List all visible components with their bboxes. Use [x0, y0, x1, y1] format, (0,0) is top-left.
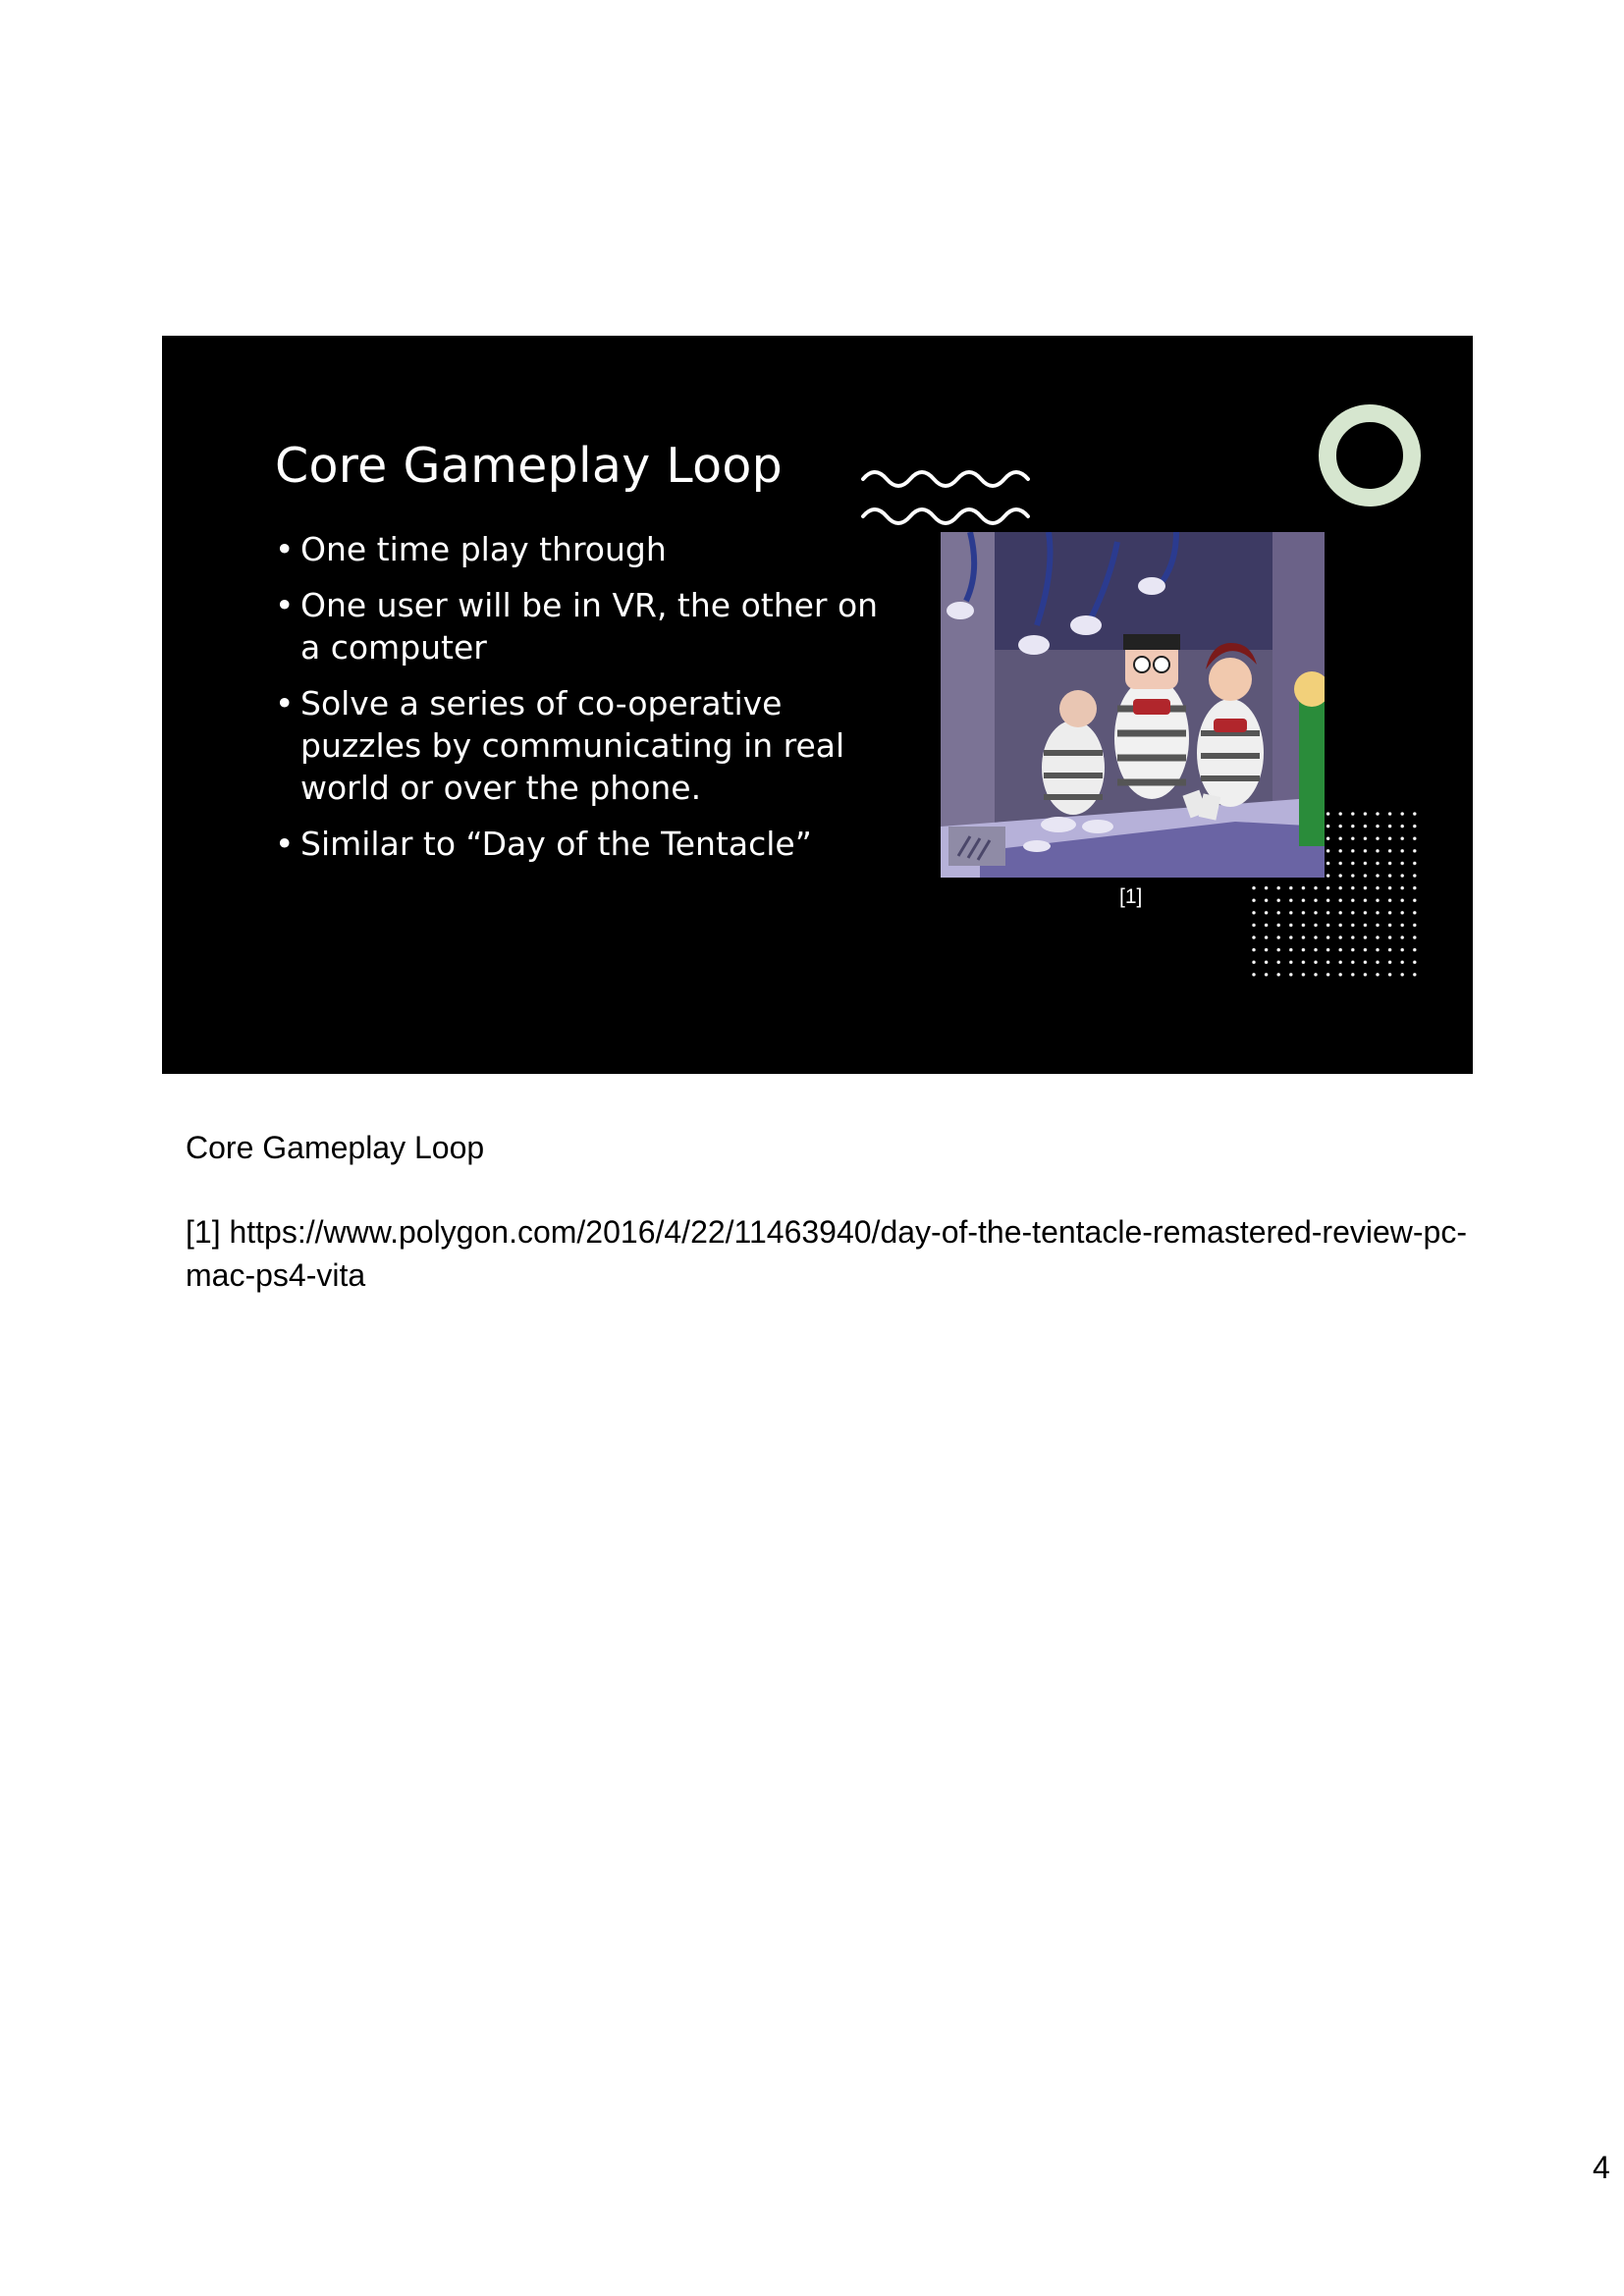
bullet-item: Solve a series of co-operative puzzles b… [275, 682, 903, 809]
bullet-list: One time play through One user will be i… [275, 528, 903, 879]
speaker-notes: Core Gameplay Loop [1] https://www.polyg… [186, 1126, 1491, 1297]
bullet-item: One time play through [275, 528, 903, 570]
slide-title: Core Gameplay Loop [275, 438, 784, 494]
bullet-item: Similar to “Day of the Tentacle” [275, 823, 903, 865]
notes-reference: [1] https://www.polygon.com/2016/4/22/11… [186, 1214, 1467, 1293]
image-caption: [1] [1119, 885, 1143, 908]
page-number: 4 [1593, 2150, 1610, 2185]
bullet-item: One user will be in VR, the other on a c… [275, 584, 903, 668]
notes-title: Core Gameplay Loop [186, 1130, 485, 1165]
wavy-lines-icon [861, 470, 1030, 525]
game-screenshot-image [941, 532, 1325, 878]
slide: Core Gameplay Loop One time play through… [162, 336, 1473, 1074]
ring-icon [1319, 404, 1421, 507]
